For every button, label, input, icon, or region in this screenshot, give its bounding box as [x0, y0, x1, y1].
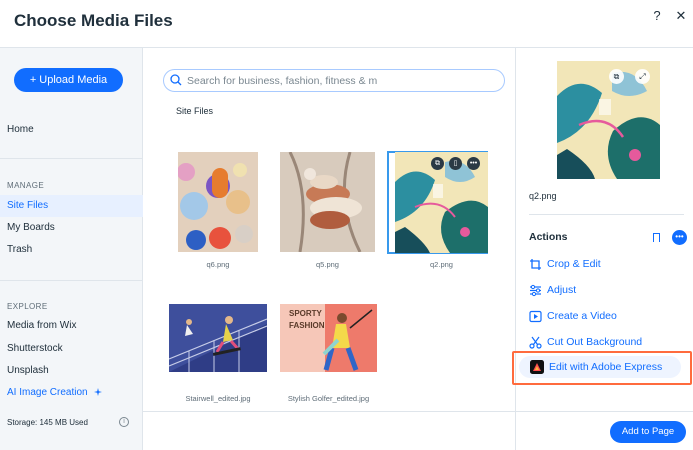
media-tile-stylish-golfer[interactable]: SPORTY FASHION Stylish Golfer_edited.jpg	[280, 304, 377, 403]
thumbnail-text: SPORTY FASHION	[289, 309, 325, 330]
divider	[529, 214, 684, 215]
action-cut-out-background[interactable]: Cut Out Background	[529, 333, 689, 353]
details-panel: ⧉ ⤢ q2.png Actions ••• Crop & Edit Adjus…	[515, 48, 693, 450]
media-tile-q5[interactable]: q5.png	[280, 152, 375, 269]
ai-image-creation-label: AI Image Creation	[7, 387, 88, 398]
info-icon[interactable]: i	[119, 417, 129, 427]
help-icon[interactable]: ?	[649, 8, 665, 24]
footer-divider	[143, 411, 515, 412]
action-label: Crop & Edit	[547, 258, 601, 270]
dialog-header: Choose Media Files ? ✕	[0, 0, 693, 48]
media-tile-q2[interactable]: ⧉ ▯ ••• q2.png	[395, 152, 488, 269]
dialog-title: Choose Media Files	[14, 11, 173, 30]
sidebar-item-my-boards[interactable]: My Boards	[0, 217, 143, 239]
thumbnail-image	[178, 152, 258, 252]
preview-file-name: q2.png	[529, 191, 557, 201]
action-label: Create a Video	[547, 310, 617, 322]
upload-media-button[interactable]: + Upload Media	[14, 68, 123, 92]
actions-title: Actions	[529, 231, 568, 243]
divider	[0, 280, 143, 281]
manage-section-title: MANAGE	[7, 181, 45, 190]
media-dialog: Choose Media Files ? ✕ + Upload Media Ho…	[0, 0, 693, 450]
crop-icon[interactable]: ⧉	[431, 157, 444, 170]
crop-edit-icon	[530, 259, 541, 270]
sidebar-item-unsplash[interactable]: Unsplash	[0, 360, 143, 382]
scissors-icon	[529, 336, 542, 349]
storage-usage: Storage: 145 MB Used	[7, 418, 88, 427]
close-icon[interactable]: ✕	[673, 8, 689, 24]
file-name: Stairwell_edited.jpg	[185, 394, 251, 403]
media-grid-area: Site Files q6.png	[143, 48, 515, 450]
adjust-icon	[530, 284, 541, 297]
divider	[0, 158, 143, 159]
preview-image: ⧉ ⤢	[557, 61, 660, 179]
video-icon	[529, 310, 542, 323]
action-label: Cut Out Background	[547, 336, 643, 348]
thumbnail-image	[280, 152, 375, 252]
file-name: q2.png	[430, 260, 453, 269]
footer-divider	[515, 411, 693, 412]
breadcrumb: Site Files	[176, 106, 214, 116]
sidebar: + Upload Media Home MANAGE Site Files My…	[0, 48, 143, 450]
media-tile-stairwell[interactable]: Stairwell_edited.jpg	[169, 304, 267, 403]
bookmark-icon[interactable]	[653, 233, 660, 242]
sidebar-item-site-files[interactable]: Site Files	[0, 195, 143, 217]
media-tile-q6[interactable]: q6.png	[178, 152, 258, 269]
search-icon	[170, 74, 182, 86]
file-name: Stylish Golfer_edited.jpg	[287, 394, 370, 403]
highlight-box	[512, 351, 692, 385]
action-create-video[interactable]: Create a Video	[529, 307, 689, 327]
add-to-page-button[interactable]: Add to Page	[610, 421, 686, 443]
thumbnail-image	[169, 304, 267, 372]
action-label: Adjust	[547, 284, 577, 296]
sidebar-item-shutterstock[interactable]: Shutterstock	[0, 338, 143, 360]
search-bar[interactable]	[163, 69, 505, 92]
action-adjust[interactable]: Adjust	[529, 281, 689, 301]
bookmark-icon[interactable]: ▯	[449, 157, 462, 170]
more-actions-button[interactable]: •••	[672, 230, 687, 245]
sparkle-icon	[94, 388, 103, 396]
explore-section-title: EXPLORE	[7, 302, 48, 311]
crop-icon[interactable]: ⧉	[609, 69, 624, 84]
file-name: q6.png	[206, 260, 230, 269]
sidebar-item-media-from-wix[interactable]: Media from Wix	[0, 315, 143, 337]
sidebar-item-home[interactable]: Home	[0, 119, 143, 141]
expand-icon[interactable]: ⤢	[635, 69, 650, 84]
search-input[interactable]	[187, 72, 497, 89]
sidebar-item-trash[interactable]: Trash	[0, 239, 143, 261]
sidebar-item-ai-image-creation[interactable]: AI Image Creation	[0, 382, 143, 404]
action-crop-edit[interactable]: Crop & Edit	[529, 255, 689, 275]
more-options-icon[interactable]: •••	[467, 157, 480, 170]
file-name: q5.png	[316, 260, 339, 269]
